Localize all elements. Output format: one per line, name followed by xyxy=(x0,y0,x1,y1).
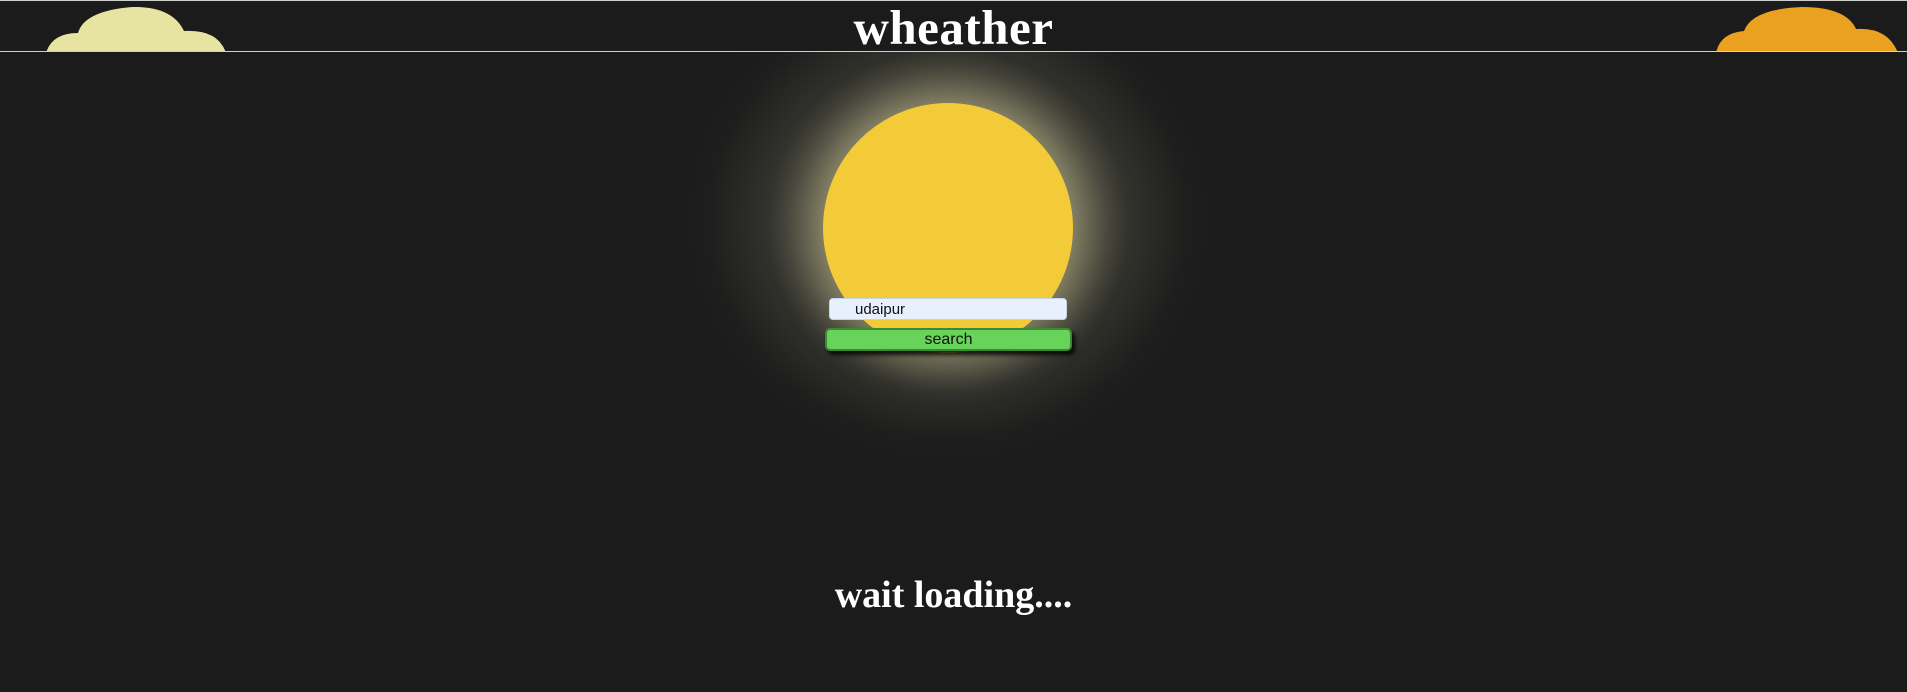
header: wheather xyxy=(0,0,1907,52)
search-button[interactable]: search xyxy=(825,328,1072,351)
cloud-icon xyxy=(1716,7,1898,51)
loading-status: wait loading.... xyxy=(834,574,1073,616)
search-input[interactable] xyxy=(829,298,1067,320)
app-title: wheather xyxy=(853,0,1054,52)
